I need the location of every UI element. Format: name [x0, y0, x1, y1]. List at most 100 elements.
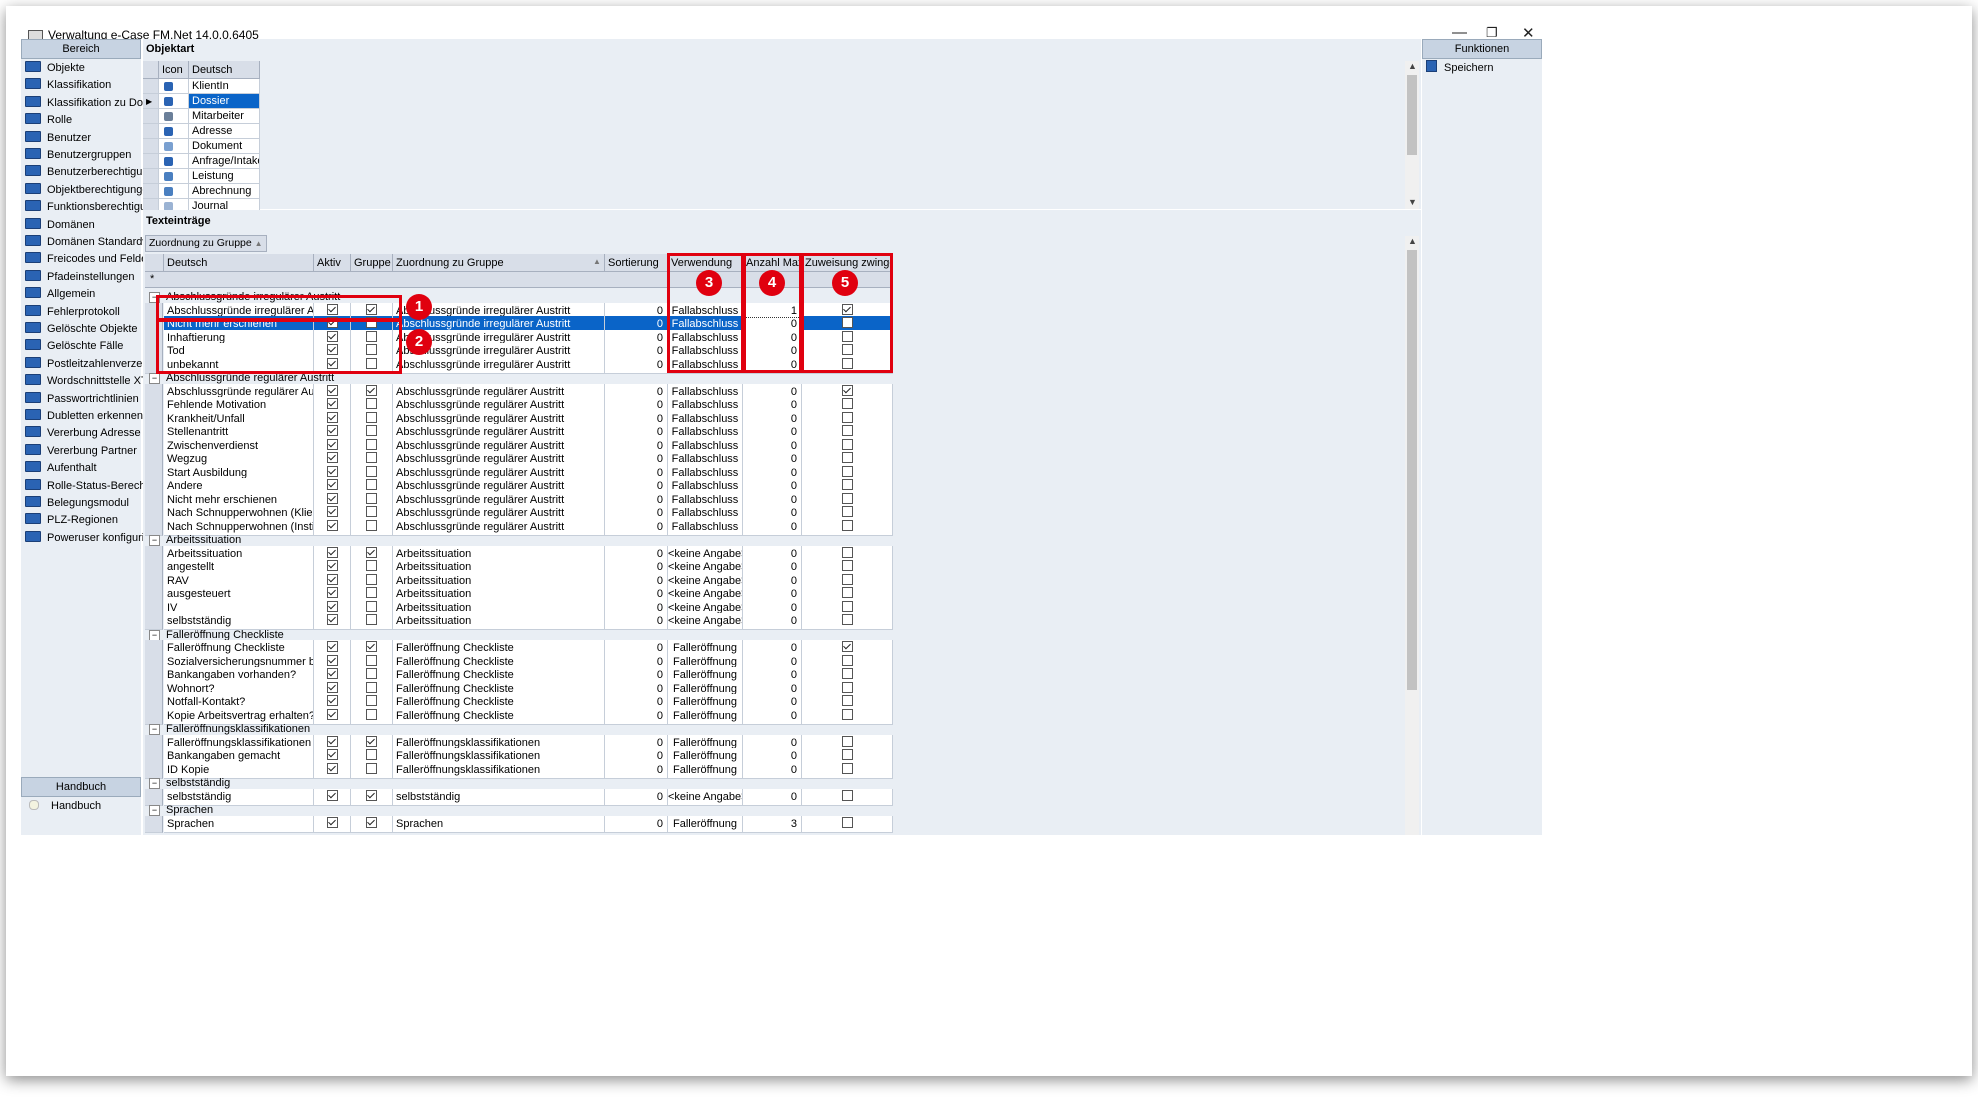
checkbox-icon[interactable] — [366, 708, 377, 720]
checkbox-icon[interactable] — [366, 438, 377, 450]
scroll-thumb[interactable] — [1407, 250, 1417, 690]
col-header-sortierung[interactable]: Sortierung — [605, 254, 668, 272]
row-header[interactable] — [143, 79, 159, 94]
checkbox-icon[interactable] — [366, 398, 377, 409]
objektart-row-label[interactable]: Dossier — [189, 94, 260, 109]
checkbox-icon[interactable] — [841, 344, 853, 355]
checkbox-icon[interactable] — [366, 573, 377, 585]
scroll-down-icon[interactable]: ▼ — [1408, 197, 1417, 207]
checkbox-icon[interactable] — [366, 816, 377, 828]
objektart-row-label[interactable]: Abrechnung — [189, 184, 260, 199]
checkbox-icon[interactable] — [841, 506, 853, 517]
checkbox-icon[interactable] — [366, 749, 377, 760]
col-header-aktiv[interactable]: Aktiv — [314, 254, 351, 272]
collapse-icon[interactable]: − — [149, 629, 160, 641]
checkbox-icon[interactable] — [326, 317, 338, 328]
checkbox-icon[interactable] — [366, 425, 377, 436]
checkbox-icon[interactable] — [326, 735, 338, 747]
checkbox-icon[interactable] — [326, 384, 338, 396]
checkbox-icon[interactable] — [366, 317, 377, 328]
checkbox-icon[interactable] — [326, 344, 338, 355]
col-header-deutsch[interactable]: Deutsch — [164, 254, 314, 272]
checkbox-icon[interactable] — [366, 411, 377, 423]
checkbox-icon[interactable] — [326, 560, 338, 571]
collapse-icon[interactable]: − — [149, 805, 160, 816]
checkbox-icon[interactable] — [326, 762, 338, 774]
checkbox-icon[interactable] — [841, 587, 853, 598]
checkbox-icon[interactable] — [326, 600, 338, 612]
checkbox-icon[interactable] — [841, 465, 853, 477]
checkbox-icon[interactable] — [841, 573, 853, 585]
checkbox-icon[interactable] — [326, 749, 338, 760]
scroll-thumb[interactable] — [1407, 75, 1417, 155]
objektart-row-label[interactable]: Adresse — [189, 124, 260, 139]
checkbox-icon[interactable] — [841, 654, 853, 666]
col-header-gruppe[interactable]: Gruppe — [351, 254, 393, 272]
checkbox-icon[interactable] — [326, 654, 338, 666]
row-header[interactable]: ▶ — [143, 94, 159, 109]
objektart-row-label[interactable]: KlientIn — [189, 79, 260, 94]
checkbox-icon[interactable] — [326, 330, 338, 342]
checkbox-icon[interactable] — [366, 519, 377, 531]
checkbox-icon[interactable] — [841, 789, 853, 801]
row-header[interactable] — [145, 815, 163, 833]
checkbox-icon[interactable] — [841, 438, 853, 450]
checkbox-icon[interactable] — [841, 398, 853, 409]
checkbox-icon[interactable] — [841, 614, 853, 625]
table-row[interactable]: Sprachen Sprachen 0 Falleröffnung 3 — [145, 815, 893, 833]
scroll-up-icon[interactable]: ▲ — [1408, 236, 1417, 246]
checkbox-icon[interactable] — [841, 330, 853, 342]
collapse-icon[interactable]: − — [149, 724, 160, 735]
objektart-row-label[interactable]: Anfrage/Intake — [189, 154, 260, 169]
checkbox-icon[interactable] — [366, 695, 377, 706]
checkbox-icon[interactable] — [841, 357, 853, 369]
row-header[interactable] — [143, 124, 159, 139]
cell-zuweisung-checkbox[interactable] — [802, 815, 893, 833]
checkbox-icon[interactable] — [841, 735, 853, 747]
checkbox-icon[interactable] — [326, 668, 338, 679]
row-header[interactable] — [143, 139, 159, 154]
scroll-up-icon[interactable]: ▲ — [1408, 61, 1417, 71]
objektart-scrollbar[interactable]: ▲ ▼ — [1405, 61, 1419, 209]
cell-aktiv-checkbox[interactable] — [314, 815, 351, 833]
cell-sortierung[interactable]: 0 — [605, 815, 668, 833]
row-header[interactable] — [143, 184, 159, 199]
checkbox-icon[interactable] — [366, 641, 377, 652]
collapse-icon[interactable]: − — [149, 778, 160, 789]
checkbox-icon[interactable] — [326, 465, 338, 477]
col-header-zuordnung[interactable]: Zuordnung zu Gruppe — [393, 254, 605, 272]
checkbox-icon[interactable] — [366, 506, 377, 517]
checkbox-icon[interactable] — [366, 654, 377, 666]
checkbox-icon[interactable] — [366, 789, 377, 801]
checkbox-icon[interactable] — [841, 708, 853, 720]
objektart-row-label[interactable]: Dokument — [189, 139, 260, 154]
checkbox-icon[interactable] — [326, 816, 338, 828]
checkbox-icon[interactable] — [326, 708, 338, 720]
checkbox-icon[interactable] — [326, 492, 338, 504]
checkbox-icon[interactable] — [841, 317, 853, 328]
checkbox-icon[interactable] — [366, 465, 377, 477]
checkbox-icon[interactable] — [366, 479, 377, 490]
row-header[interactable] — [143, 109, 159, 124]
checkbox-icon[interactable] — [841, 479, 853, 490]
cell-deutsch[interactable]: Sprachen — [164, 815, 314, 833]
save-button[interactable]: Speichern — [1426, 57, 1572, 79]
checkbox-icon[interactable] — [326, 452, 338, 463]
checkbox-icon[interactable] — [366, 492, 377, 504]
checkbox-icon[interactable] — [366, 587, 377, 598]
group-by-chip[interactable]: Zuordnung zu Gruppe ▲ — [145, 235, 267, 252]
checkbox-icon[interactable] — [366, 668, 377, 679]
checkbox-icon[interactable] — [366, 452, 377, 463]
checkbox-icon[interactable] — [841, 411, 853, 423]
cell-gruppe-checkbox[interactable] — [351, 815, 393, 833]
objektart-row-label[interactable]: Leistung — [189, 169, 260, 184]
checkbox-icon[interactable] — [326, 587, 338, 598]
checkbox-icon[interactable] — [841, 641, 853, 652]
checkbox-icon[interactable] — [326, 681, 338, 693]
checkbox-icon[interactable] — [366, 600, 377, 612]
checkbox-icon[interactable] — [326, 425, 338, 436]
cell-verwendung[interactable]: Falleröffnung — [668, 815, 743, 833]
checkbox-icon[interactable] — [366, 384, 377, 396]
collapse-icon[interactable]: − — [149, 535, 160, 546]
funktionen-header[interactable]: Funktionen — [1422, 39, 1542, 59]
